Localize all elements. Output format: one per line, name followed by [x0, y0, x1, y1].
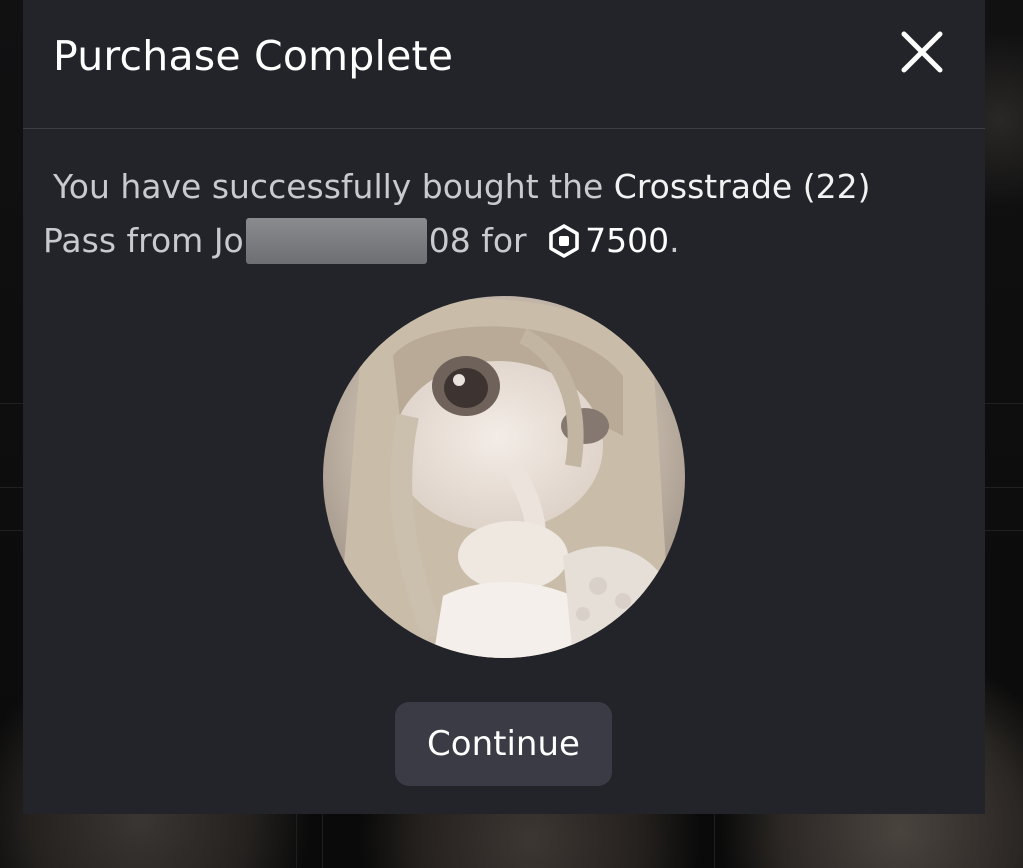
seller-name-end: 08 [428, 221, 471, 260]
message-text: for [470, 221, 538, 260]
dialog-header: Purchase Complete [23, 0, 985, 129]
message-text: Pass from [43, 221, 214, 260]
message-text: You have successfully bought the [53, 167, 614, 206]
redacted-seller-name [245, 218, 427, 264]
close-button[interactable] [895, 25, 949, 79]
close-icon [901, 31, 943, 73]
item-thumbnail [323, 296, 685, 658]
item-name: Crosstrade (22) [613, 167, 871, 206]
item-thumbnail-doll [323, 296, 685, 658]
dialog-title: Purchase Complete [53, 32, 454, 80]
continue-button[interactable]: Continue [395, 702, 612, 786]
robux-icon [547, 220, 581, 274]
purchase-message: You have successfully bought the Crosstr… [43, 160, 953, 274]
message-text: . [669, 221, 680, 260]
purchase-complete-dialog: Purchase Complete You have successfully … [23, 0, 985, 814]
price-amount: 7500 [585, 221, 670, 260]
seller-name-start: Jo [213, 221, 244, 260]
